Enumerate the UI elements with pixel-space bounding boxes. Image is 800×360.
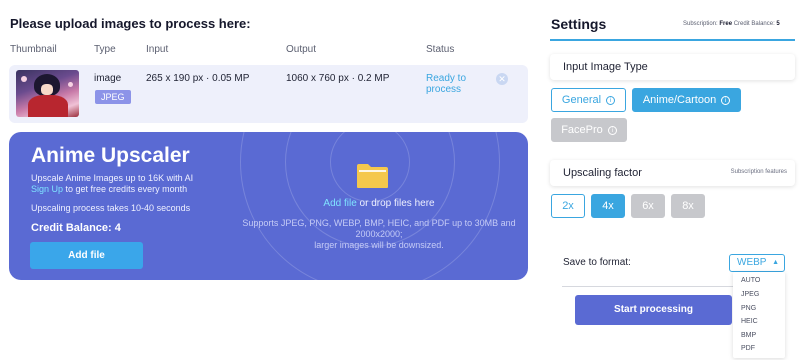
option-facepro[interactable]: FacePro i (551, 118, 627, 142)
option-general[interactable]: General i (551, 88, 626, 112)
format-dropdown-menu: AUTO JPEG PNG HEIC BMP PDF (733, 272, 785, 358)
subscription-features-note: Subscription features (730, 169, 787, 175)
caret-up-icon: ▲ (772, 259, 779, 266)
column-header-status: Status (426, 44, 455, 55)
signup-link[interactable]: Sign Up (31, 184, 63, 194)
option-general-label: General (561, 94, 602, 106)
format-option-jpeg[interactable]: JPEG (741, 291, 759, 298)
add-file-button[interactable]: Add file (30, 242, 143, 269)
settings-title: Settings (551, 16, 607, 32)
panel-description: Upscale Anime Images up to 16K with AI (31, 173, 194, 183)
format-selected: WEBP (737, 257, 767, 268)
upload-panel[interactable]: Anime Upscaler Upscale Anime Images up t… (9, 132, 528, 280)
column-header-type: Type (94, 44, 116, 55)
supported-formats-line: Supports JPEG, PNG, WEBP, BMP, HEIC, and… (242, 218, 516, 239)
format-badge: JPEG (95, 90, 131, 104)
scale-4x-button[interactable]: 4x (591, 194, 625, 218)
downsize-note: larger images will be downsized. (314, 240, 444, 250)
signup-line: Sign Up to get free credits every month (31, 184, 187, 194)
info-icon[interactable]: i (721, 96, 731, 105)
output-size: 1060 x 760 px · 0.2 MP (286, 73, 390, 84)
column-header-output: Output (286, 44, 317, 55)
option-anime-cartoon[interactable]: Anime/Cartoon i (632, 88, 741, 112)
input-size: 265 x 190 px · 0.05 MP (146, 73, 250, 84)
signup-line-text: to get free credits every month (63, 184, 188, 194)
format-option-png[interactable]: PNG (741, 305, 756, 312)
drop-add-file-link[interactable]: Add file (323, 198, 356, 209)
save-format-label: Save to format: (563, 257, 631, 268)
column-header-input: Input (146, 44, 169, 55)
image-thumbnail (16, 70, 79, 117)
supported-formats-text: Supports JPEG, PNG, WEBP, BMP, HEIC, and… (234, 218, 524, 251)
option-facepro-label: FacePro (561, 124, 603, 136)
start-processing-button[interactable]: Start processing (575, 295, 732, 325)
settings-divider (550, 39, 795, 41)
info-icon[interactable]: i (607, 126, 617, 135)
subscription-label: Subscription: (683, 21, 718, 27)
format-option-pdf[interactable]: PDF (741, 345, 755, 352)
drop-zone-text: Add file or drop files here (234, 198, 524, 209)
upscaling-label: Upscaling factor (563, 167, 642, 179)
close-icon[interactable]: ✕ (496, 73, 508, 85)
credit-value: 5 (776, 21, 780, 27)
input-type-label: Input Image Type (563, 61, 648, 73)
format-option-heic[interactable]: HEIC (741, 318, 758, 325)
scale-8x-button[interactable]: 8x (671, 194, 705, 218)
credit-label: Credit Balance: (733, 21, 775, 27)
format-option-auto[interactable]: AUTO (741, 277, 760, 284)
processing-time-text: Upscaling process takes 10-40 seconds (31, 203, 191, 213)
file-type: image (94, 73, 122, 84)
format-option-bmp[interactable]: BMP (741, 332, 756, 339)
credit-balance: Credit Balance: 4 (31, 222, 121, 234)
subscription-value: Free (719, 21, 733, 27)
file-row: image JPEG 265 x 190 px · 0.05 MP 1060 x… (9, 65, 528, 123)
panel-title: Anime Upscaler (31, 144, 190, 167)
subscription-info: Subscription: Free Credit Balance: 5 (683, 21, 780, 27)
input-type-section: Input Image Type (550, 54, 795, 80)
scale-6x-button[interactable]: 6x (631, 194, 665, 218)
upscaling-section: Upscaling factor Subscription features (550, 160, 795, 186)
column-header-thumbnail: Thumbnail (10, 44, 57, 55)
info-icon[interactable]: i (606, 96, 616, 105)
option-anime-label: Anime/Cartoon (642, 94, 717, 106)
save-format-divider (562, 286, 734, 287)
scale-2x-button[interactable]: 2x (551, 194, 585, 218)
format-select[interactable]: WEBP ▲ (729, 254, 785, 272)
page-title: Please upload images to process here: (10, 16, 251, 31)
status-text: Ready to process (426, 73, 467, 95)
drop-zone-rest: or drop files here (356, 198, 435, 209)
folder-icon (357, 164, 388, 188)
